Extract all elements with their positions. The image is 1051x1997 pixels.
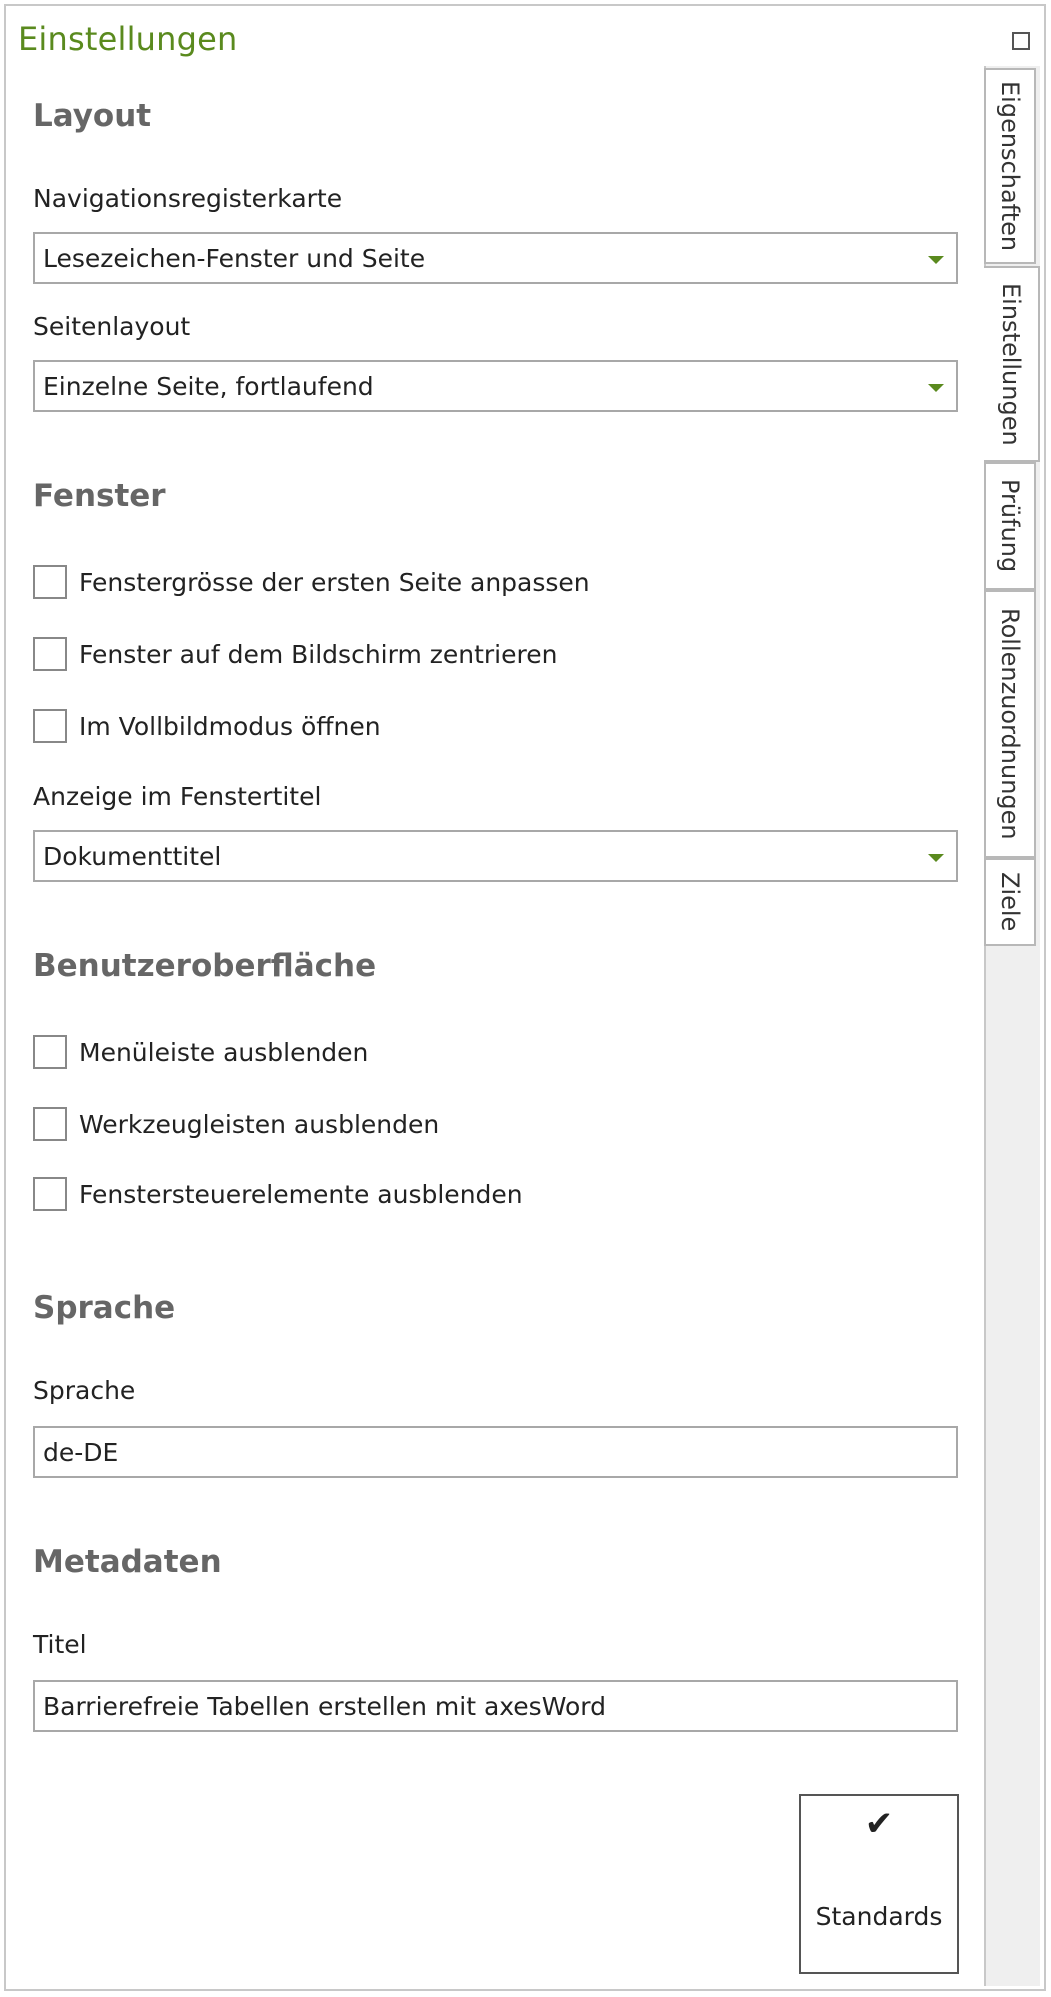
defaults-button[interactable]: ✔ Standards [799,1794,959,1974]
nav-tab-select[interactable]: Lesezeichen-Fenster und Seite [33,232,958,284]
title-input[interactable]: Barrierefreie Tabellen erstellen mit axe… [33,1680,958,1732]
checkbox-fit-window[interactable]: Fenstergrösse der ersten Seite anpassen [33,564,590,600]
checkbox-hide-window-controls[interactable]: Fenstersteuerelemente ausblenden [33,1176,523,1212]
title-display-select[interactable]: Dokumenttitel [33,830,958,882]
checkbox-label: Fenstersteuerelemente ausblenden [79,1179,523,1209]
tab-einstellungen[interactable]: Einstellungen [984,266,1040,462]
tab-label: Rollenzuordnungen [996,608,1024,840]
tab-rollenzuordnungen[interactable]: Rollenzuordnungen [984,590,1036,858]
checkbox-label: Werkzeugleisten ausblenden [79,1109,440,1139]
language-value: de-DE [43,1438,119,1467]
title-display-label: Anzeige im Fenstertitel [33,782,322,811]
dropdown-arrow-icon [928,256,944,264]
checkbox-label: Fenster auf dem Bildschirm zentrieren [79,639,558,669]
tab-pruefung[interactable]: Prüfung [984,462,1036,590]
dropdown-arrow-icon [928,384,944,392]
tab-label: Ziele [996,872,1024,932]
checkbox-box[interactable] [33,1107,67,1141]
checkbox-hide-toolbars[interactable]: Werkzeugleisten ausblenden [33,1106,439,1142]
checkbox-fullscreen[interactable]: Im Vollbildmodus öffnen [33,708,381,744]
tab-ziele[interactable]: Ziele [984,858,1036,946]
section-heading-language: Sprache [33,1290,176,1326]
maximize-icon[interactable] [1012,32,1030,50]
checkbox-box[interactable] [33,709,67,743]
page-layout-label: Seitenlayout [33,312,191,341]
dropdown-arrow-icon [928,854,944,862]
nav-tab-label: Navigationsregisterkarte [33,184,343,213]
section-heading-ui: Benutzeroberfläche [33,948,377,984]
checkbox-label: Im Vollbildmodus öffnen [79,711,381,741]
panel-title: Einstellungen [18,20,238,58]
checkmark-icon: ✔ [864,1804,894,1844]
checkbox-box[interactable] [33,637,67,671]
checkbox-box[interactable] [33,1035,67,1069]
page-layout-value: Einzelne Seite, fortlaufend [43,372,374,401]
section-heading-metadata: Metadaten [33,1544,222,1580]
tab-eigenschaften[interactable]: Eigenschaften [984,68,1036,264]
tab-label: Einstellungen [997,282,1025,446]
tab-label: Eigenschaften [996,80,1024,252]
checkbox-label: Menüleiste ausblenden [79,1037,369,1067]
defaults-button-label: Standards [815,1902,943,1931]
section-heading-window: Fenster [33,478,166,514]
title-display-value: Dokumenttitel [43,842,222,871]
checkbox-hide-menubar[interactable]: Menüleiste ausblenden [33,1034,368,1070]
language-input[interactable]: de-DE [33,1426,958,1478]
checkbox-box[interactable] [33,565,67,599]
language-label: Sprache [33,1376,136,1405]
checkbox-box[interactable] [33,1177,67,1211]
tab-label: Prüfung [996,479,1024,573]
checkbox-label: Fenstergrösse der ersten Seite anpassen [79,567,590,597]
section-heading-layout: Layout [33,98,152,134]
nav-tab-value: Lesezeichen-Fenster und Seite [43,244,426,273]
checkbox-center-window[interactable]: Fenster auf dem Bildschirm zentrieren [33,636,557,672]
title-value: Barrierefreie Tabellen erstellen mit axe… [43,1692,606,1721]
title-label: Titel [33,1630,87,1659]
page-layout-select[interactable]: Einzelne Seite, fortlaufend [33,360,958,412]
